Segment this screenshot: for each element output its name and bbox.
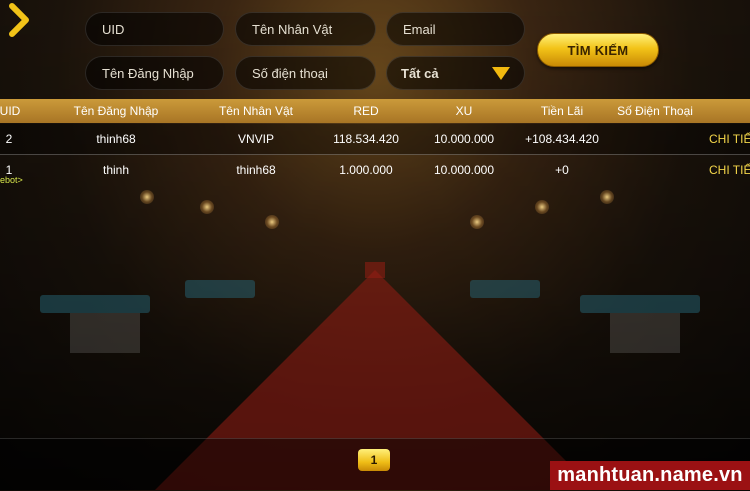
uid-input[interactable] [100,20,209,38]
dropdown-triangle-icon [492,66,510,80]
row-tag: ebot> [0,175,23,185]
phone-field[interactable] [235,56,376,90]
header-character: Tên Nhân Vật [218,104,294,118]
table-base [70,313,140,353]
header-phone: Số Điện Thoại [617,104,693,118]
header-username: Tên Đăng Nhập [73,104,159,118]
table-row: 2 thinh68 VNVIP 118.534.420 10.000.000 +… [0,124,750,155]
cell-character: VNVIP [237,132,274,146]
header-uid: UID [0,104,21,118]
cell-character: thinh68 [236,163,276,177]
cell-username: thinh68 [96,132,136,146]
header-profit: Tiền Lãi [540,104,584,118]
watermark-text: manhtuan.name.vn [557,464,743,486]
chandelier-light [535,200,549,214]
page-button[interactable]: 1 [358,449,390,471]
table-row: 1 thinh thinh68 1.000.000 10.000.000 +0 … [0,155,750,185]
uid-field[interactable] [85,12,224,46]
chandelier-light [140,190,154,204]
game-table [40,295,150,313]
character-name-input[interactable] [250,20,361,38]
cell-profit: +0 [555,163,569,177]
table-header: UID Tên Đăng Nhập Tên Nhân Vật RED XU Ti… [0,99,750,123]
email-field[interactable] [386,12,525,46]
search-button[interactable]: TÌM KIẾM [537,33,659,67]
watermark: manhtuan.name.vn [550,461,750,490]
username-field[interactable] [85,56,224,90]
table-base [610,313,680,353]
email-input[interactable] [401,20,510,38]
header-red: RED [353,104,379,118]
cell-uid: 2 [5,132,13,146]
page-number: 1 [370,453,378,467]
cell-red: 1.000.000 [339,163,393,177]
chandelier-light [600,190,614,204]
chandelier-light [265,215,279,229]
search-button-label: TÌM KIẾM [567,42,629,58]
status-select[interactable]: Tất cả [386,56,525,90]
cell-xu: 10.000.000 [433,163,495,177]
status-select-value: Tất cả [401,65,439,81]
character-name-field[interactable] [235,12,376,46]
back-arrow-icon[interactable] [4,2,34,38]
cell-username: thinh [102,163,130,177]
phone-input[interactable] [250,64,361,82]
cell-red: 118.534.420 [333,132,399,146]
detail-link[interactable]: CHI TIẾ [709,163,750,177]
cell-xu: 10.000.000 [433,132,495,146]
detail-link[interactable]: CHI TIẾ [709,132,750,146]
chandelier-light [200,200,214,214]
header-xu: XU [455,104,473,118]
username-input[interactable] [100,64,209,82]
game-table [580,295,700,313]
chandelier-light [470,215,484,229]
cell-profit: +108.434.420 [525,132,599,146]
